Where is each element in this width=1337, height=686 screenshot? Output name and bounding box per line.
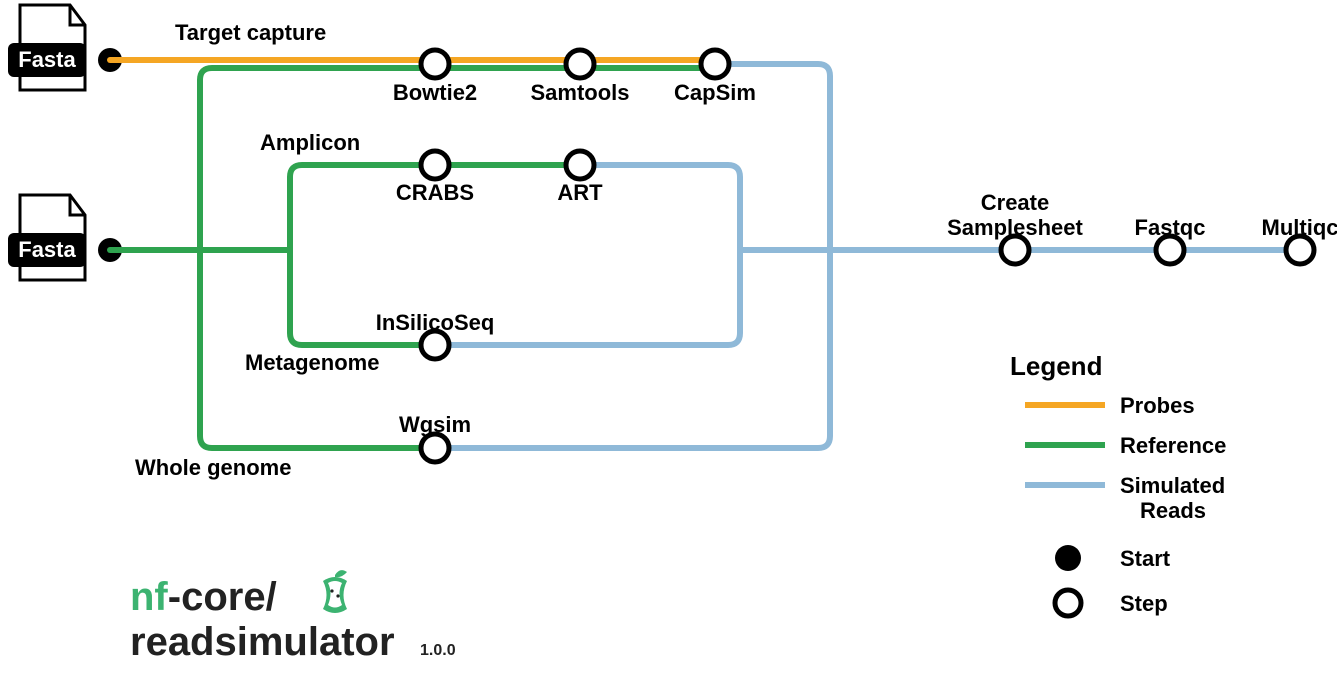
logo: nf-core/ readsimulator 1.0.0 xyxy=(130,570,456,664)
legend-label-probes: Probes xyxy=(1120,393,1195,418)
pipeline-diagram: Fasta Fasta Bowtie2 Samtools xyxy=(0,0,1337,686)
legend-label-simulated-l1: Simulated xyxy=(1120,473,1225,498)
step-insilicoseq: InSilicoSeq xyxy=(376,310,495,359)
legend: Legend Probes Reference Simulated Reads … xyxy=(1010,351,1226,616)
apple-core-icon xyxy=(323,570,347,613)
step-art: ART xyxy=(557,151,603,205)
path-sim-from-wgsim xyxy=(435,250,830,448)
label-art: ART xyxy=(557,180,603,205)
label-crabs: CRABS xyxy=(396,180,474,205)
legend-label-simulated-l2: Reads xyxy=(1140,498,1206,523)
logo-core-slash: -core/ xyxy=(168,575,277,619)
label-whole-genome: Whole genome xyxy=(135,455,291,480)
legend-label-start: Start xyxy=(1120,546,1171,571)
label-insilicoseq: InSilicoSeq xyxy=(376,310,495,335)
legend-start-icon xyxy=(1055,545,1081,571)
step-fastqc: Fastqc xyxy=(1135,215,1206,264)
label-target-capture: Target capture xyxy=(175,20,326,45)
label-samtools: Samtools xyxy=(530,80,629,105)
legend-label-step: Step xyxy=(1120,591,1168,616)
legend-step-icon xyxy=(1055,590,1081,616)
legend-title: Legend xyxy=(1010,351,1102,381)
file-fasta-probes: Fasta xyxy=(8,5,86,90)
label-wgsim: Wgsim xyxy=(399,412,471,437)
label-bowtie2: Bowtie2 xyxy=(393,80,477,105)
logo-nf: nf xyxy=(130,575,168,619)
label-capsim: CapSim xyxy=(674,80,756,105)
label-metagenome: Metagenome xyxy=(245,350,379,375)
file-fasta-reference-label: Fasta xyxy=(18,237,76,262)
label-create-samplesheet-l1: Create xyxy=(981,190,1049,215)
step-wgsim: Wgsim xyxy=(399,412,471,462)
step-multiqc: Multiqc xyxy=(1262,215,1337,264)
logo-version: 1.0.0 xyxy=(420,642,456,659)
label-amplicon: Amplicon xyxy=(260,130,360,155)
file-fasta-probes-label: Fasta xyxy=(18,47,76,72)
label-fastqc: Fastqc xyxy=(1135,215,1206,240)
logo-subtitle: readsimulator xyxy=(130,620,395,664)
svg-text:nf-core/: nf-core/ xyxy=(130,575,277,619)
label-create-samplesheet-l2: Samplesheet xyxy=(947,215,1083,240)
step-crabs: CRABS xyxy=(396,151,474,205)
file-fasta-reference: Fasta xyxy=(8,195,86,280)
label-multiqc: Multiqc xyxy=(1262,215,1337,240)
path-sim-from-art xyxy=(580,165,740,250)
legend-label-reference: Reference xyxy=(1120,433,1226,458)
